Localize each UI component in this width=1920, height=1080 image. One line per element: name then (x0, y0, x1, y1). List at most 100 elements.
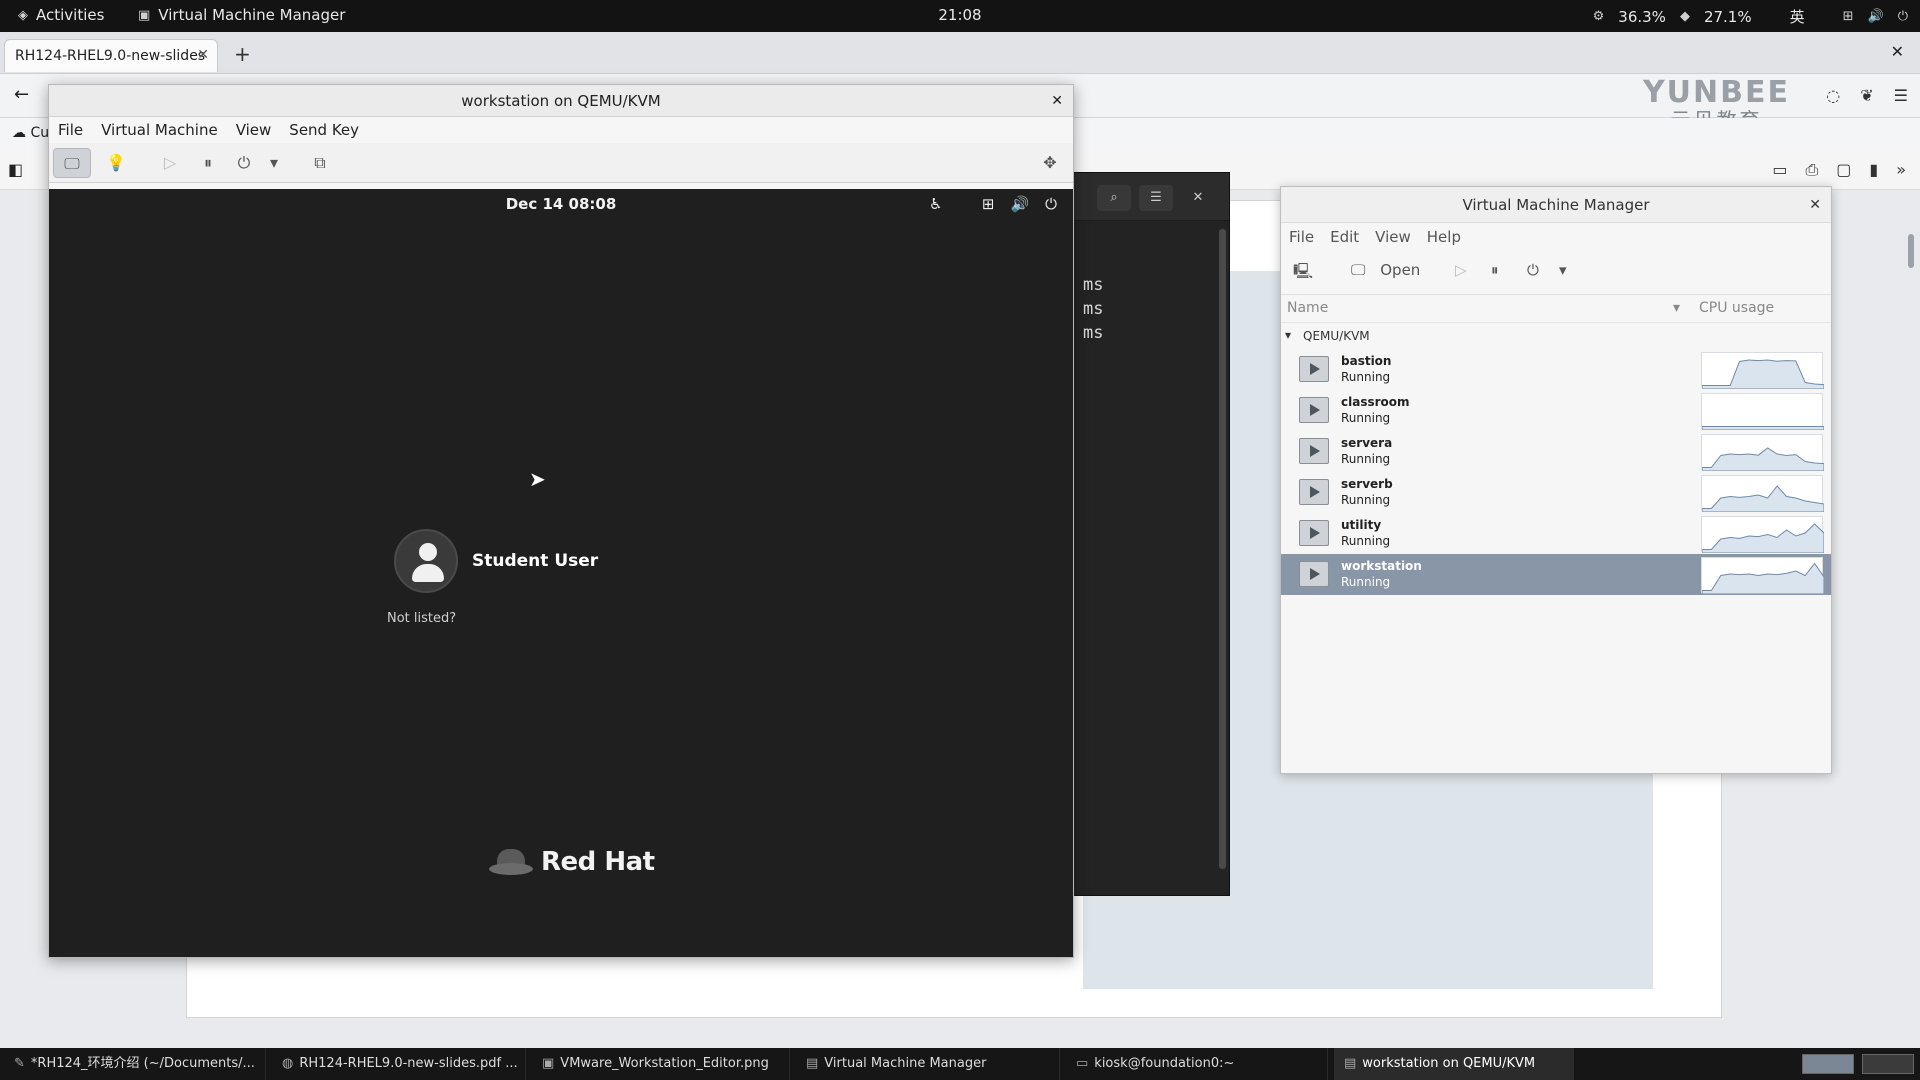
menu-virtual-machine[interactable]: Virtual Machine (101, 121, 218, 139)
shutdown-dropdown[interactable]: ▾ (255, 148, 293, 178)
col-cpu-usage[interactable]: CPU usage (1699, 300, 1774, 316)
guest-top-bar: Dec 14 08:08 ♿ ⊞ 🔊 ⏻ (49, 189, 1073, 219)
activities-button[interactable]: ◈ Activities (18, 6, 104, 24)
vm-row-serverb[interactable]: serverb Running (1281, 472, 1831, 513)
vmm-menu-file[interactable]: File (1289, 228, 1314, 246)
vm-row-classroom[interactable]: classroom Running (1281, 390, 1831, 431)
redhat-hat-icon (489, 847, 533, 877)
tab-close-icon[interactable]: ✕ (197, 47, 209, 63)
menu-view[interactable]: View (236, 121, 272, 139)
browser-tab[interactable]: RH124-RHEL9.0-new-slides ✕ (4, 39, 218, 72)
app-menu[interactable]: ▣ Virtual Machine Manager (138, 6, 345, 24)
open-button[interactable]: 🖵 Open (1351, 261, 1420, 279)
extension-icon[interactable]: ❦ (1860, 86, 1873, 105)
workspace-2[interactable] (1862, 1054, 1914, 1074)
sort-chevron-icon[interactable]: ▾ (1673, 300, 1680, 316)
connection-group[interactable]: ▾ QEMU/KVM (1281, 323, 1831, 349)
bookmark-item[interactable]: ☁ Cu (12, 125, 49, 141)
redhat-wordmark: Red Hat (541, 847, 655, 877)
presentation-icon[interactable]: ▭ (1772, 160, 1787, 180)
clock[interactable]: 21:08 (938, 6, 981, 24)
col-name[interactable]: Name (1287, 300, 1328, 316)
vmm-chevron-down-icon[interactable]: ▾ (1559, 261, 1567, 279)
run-button[interactable]: ▷ (151, 148, 189, 178)
vm-name: servera (1341, 436, 1393, 450)
vmm-menu-edit[interactable]: Edit (1330, 228, 1359, 246)
taskbar-item[interactable]: ▤ Virtual Machine Manager (796, 1048, 1060, 1080)
pdf-scrollbar[interactable] (1908, 234, 1914, 268)
terminal-scrollbar[interactable] (1219, 229, 1226, 869)
viewer-titlebar[interactable]: workstation on QEMU/KVM ✕ (49, 85, 1073, 117)
login-user-entry[interactable]: Student User (394, 529, 598, 593)
gnome-top-bar: ◈ Activities ▣ Virtual Machine Manager 2… (0, 0, 1920, 32)
vm-row-bastion[interactable]: bastion Running (1281, 349, 1831, 390)
chevron-down-icon: ▾ (269, 153, 279, 172)
taskbar-item[interactable]: ✎ *RH124_环境介绍 (~/Documents/... (4, 1048, 266, 1080)
accessibility-icon[interactable]: ♿ (929, 195, 942, 213)
vmm-menu-help[interactable]: Help (1427, 228, 1461, 246)
menu-send-key[interactable]: Send Key (289, 121, 359, 139)
taskbar-item[interactable]: ▭ kiosk@foundation0:~ (1066, 1048, 1328, 1080)
bookmark-folder-icon: ☁ (12, 125, 26, 141)
workspace-1[interactable] (1802, 1054, 1854, 1074)
guest-display[interactable]: Dec 14 08:08 ♿ ⊞ 🔊 ⏻ ➤ Student User Not … (49, 189, 1073, 957)
guest-volume-icon[interactable]: 🔊 (1010, 195, 1029, 213)
new-tab-button[interactable]: + (234, 42, 251, 66)
guest-power-icon[interactable]: ⏻ (1045, 195, 1057, 213)
vmm-shutdown-icon[interactable]: ⏻ (1527, 261, 1539, 279)
vmm-run-icon[interactable]: ▷ (1455, 261, 1467, 279)
menu-icon[interactable]: ☰ (1894, 86, 1908, 105)
editor-icon: ✎ (14, 1056, 25, 1071)
vmm-pause-icon[interactable]: ⏸ (1491, 261, 1499, 279)
input-method-indicator[interactable]: 英 (1790, 6, 1805, 27)
back-arrow-icon[interactable]: ← (14, 84, 29, 105)
window-close-icon[interactable]: ✕ (1891, 42, 1904, 61)
cpu-usage-graph (1701, 393, 1824, 430)
cpu-icon: ⚙ (1592, 9, 1605, 24)
vm-row-utility[interactable]: utility Running (1281, 513, 1831, 554)
cpu-sparkline-line (1702, 359, 1824, 389)
network-icon[interactable]: ⊞ (1843, 9, 1854, 24)
fullscreen-button[interactable]: ✥ (1031, 148, 1069, 178)
terminal-close-icon[interactable]: ✕ (1181, 185, 1215, 211)
power-icon[interactable]: ⏻ (1898, 9, 1908, 24)
lightbulb-icon: 💡 (106, 153, 126, 172)
cpu-percent: 36.3% (1618, 7, 1666, 26)
viewer-close-icon[interactable]: ✕ (1051, 85, 1063, 117)
pause-button[interactable]: ⏸ (189, 148, 227, 178)
snapshots-button[interactable]: ⧉ (301, 148, 339, 178)
snapshot-icon: ⧉ (314, 153, 326, 172)
play-icon: ▷ (163, 153, 177, 172)
vmm-close-icon[interactable]: ✕ (1809, 187, 1821, 223)
system-tray: ⚙ 36.3% ◆ 27.1% 英 ⊞ 🔊 ⏻ (1593, 6, 1908, 27)
taskbar-item[interactable]: ▣ VMware_Workstation_Editor.png (532, 1048, 790, 1080)
cpu-sparkline-line (1702, 447, 1824, 471)
details-view-button[interactable]: 💡 (97, 148, 135, 178)
mouse-cursor-icon: ➤ (529, 467, 546, 491)
sidebar-toggle-icon[interactable]: ◧ (8, 160, 23, 179)
terminal-menu-icon[interactable]: ☰ (1139, 185, 1173, 211)
new-vm-icon[interactable]: 🖳 (1293, 261, 1313, 286)
taskbar-item[interactable]: ◍ RH124-RHEL9.0-new-slides.pdf ... (272, 1048, 526, 1080)
vm-row-workstation[interactable]: workstation Running (1281, 554, 1831, 595)
vmm-menu-view[interactable]: View (1375, 228, 1411, 246)
vmm-icon: ▤ (1344, 1056, 1357, 1071)
terminal-search-icon[interactable]: ⌕ (1097, 185, 1131, 211)
print-icon[interactable]: ⎙ (1805, 160, 1818, 180)
terminal-output-line: ms (1083, 299, 1104, 319)
vmm-titlebar[interactable]: Virtual Machine Manager ✕ (1281, 187, 1831, 223)
bookmark-icon[interactable]: ▮ (1869, 160, 1878, 180)
shield-icon[interactable]: ◌ (1826, 86, 1840, 105)
more-tools-icon[interactable]: » (1896, 160, 1906, 180)
taskbar-item[interactable]: ▤ workstation on QEMU/KVM (1334, 1048, 1574, 1080)
save-icon[interactable]: ▢ (1836, 160, 1851, 180)
expander-icon[interactable]: ▾ (1285, 328, 1291, 342)
vmm-column-header: Name ▾ CPU usage (1281, 295, 1831, 323)
vm-row-servera[interactable]: servera Running (1281, 431, 1831, 472)
menu-file[interactable]: File (58, 121, 83, 139)
console-view-button[interactable]: 🖵 (53, 148, 91, 178)
volume-icon[interactable]: 🔊 (1868, 9, 1884, 24)
taskbar-item-label: kiosk@foundation0:~ (1094, 1056, 1235, 1071)
guest-network-icon[interactable]: ⊞ (982, 195, 995, 213)
not-listed-link[interactable]: Not listed? (387, 611, 456, 626)
